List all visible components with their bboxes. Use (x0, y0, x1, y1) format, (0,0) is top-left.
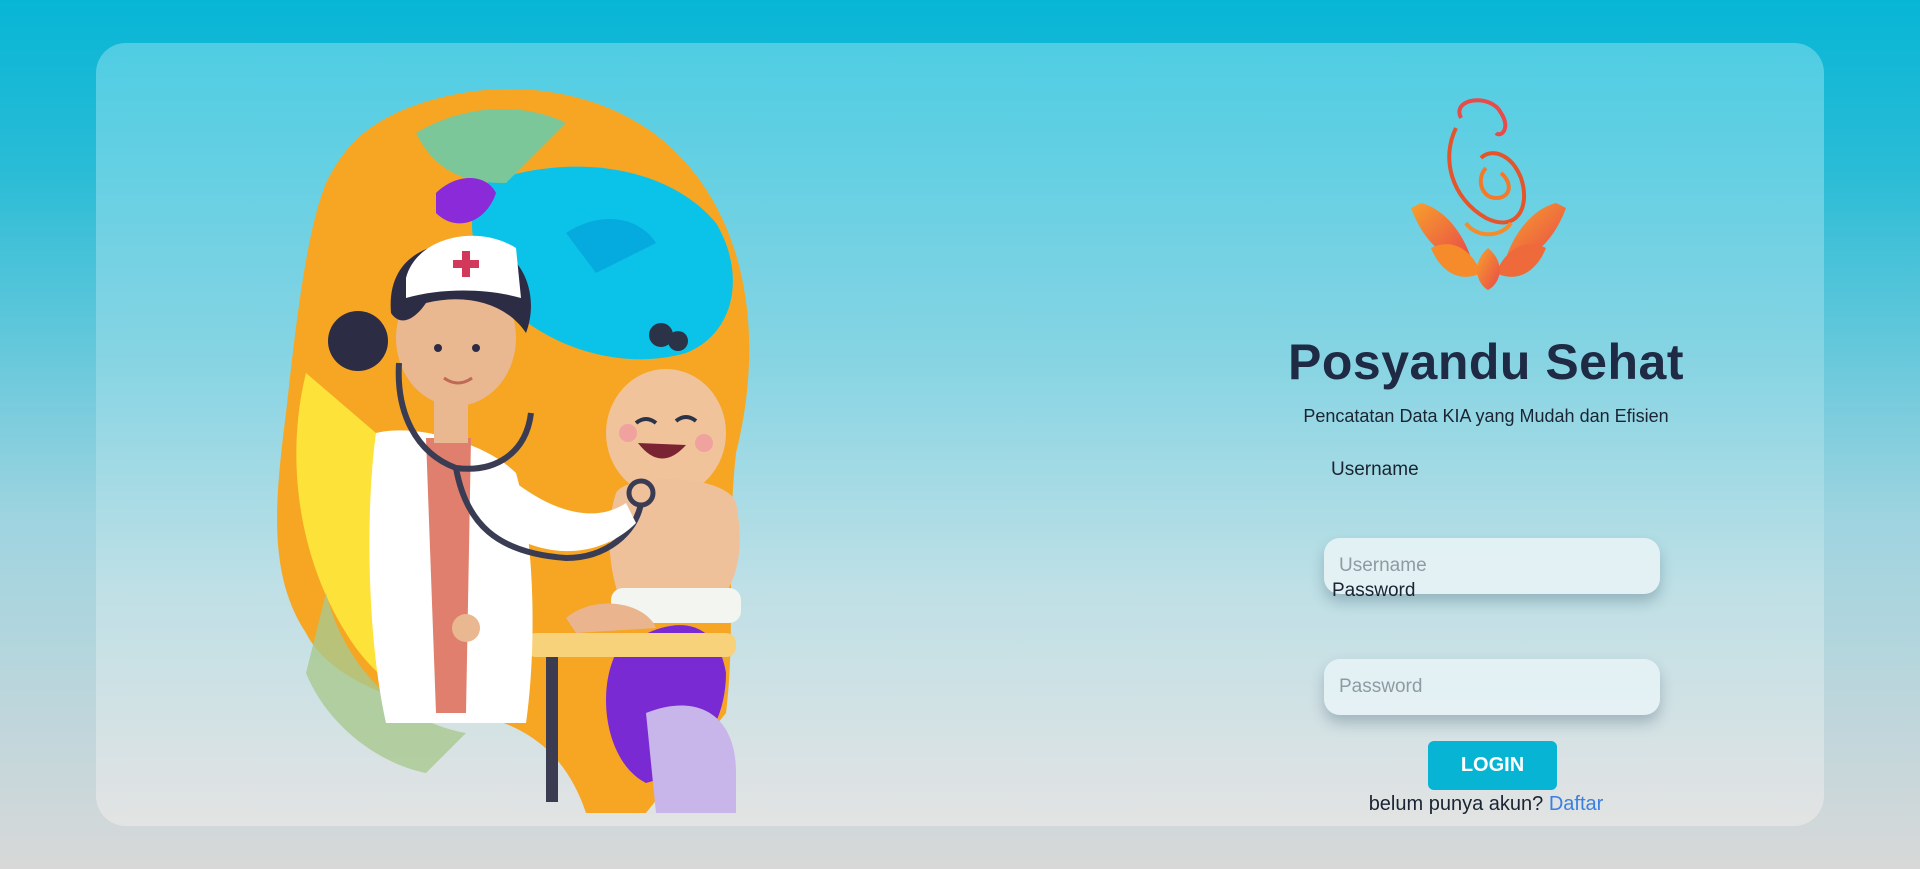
app-subtitle: Pencatatan Data KIA yang Mudah dan Efisi… (1303, 406, 1669, 426)
username-label: Username (1331, 459, 1419, 480)
login-panel: Posyandu Sehat Pencatatan Data KIA yang … (1196, 83, 1776, 815)
register-prompt-text: belum punya akun? (1368, 793, 1544, 815)
app-title: Posyandu Sehat (1288, 334, 1684, 390)
doctor-baby-illustration (277, 89, 750, 813)
login-button[interactable]: LOGIN (1428, 741, 1557, 790)
password-label: Password (1332, 580, 1416, 601)
mother-child-lotus-logo-icon (1411, 98, 1566, 290)
password-input[interactable] (1324, 659, 1660, 715)
register-link[interactable]: Daftar (1549, 793, 1603, 815)
register-prompt-line: belum punya akun? Daftar (1196, 793, 1776, 816)
login-card: Posyandu Sehat Pencatatan Data KIA yang … (96, 43, 1824, 826)
